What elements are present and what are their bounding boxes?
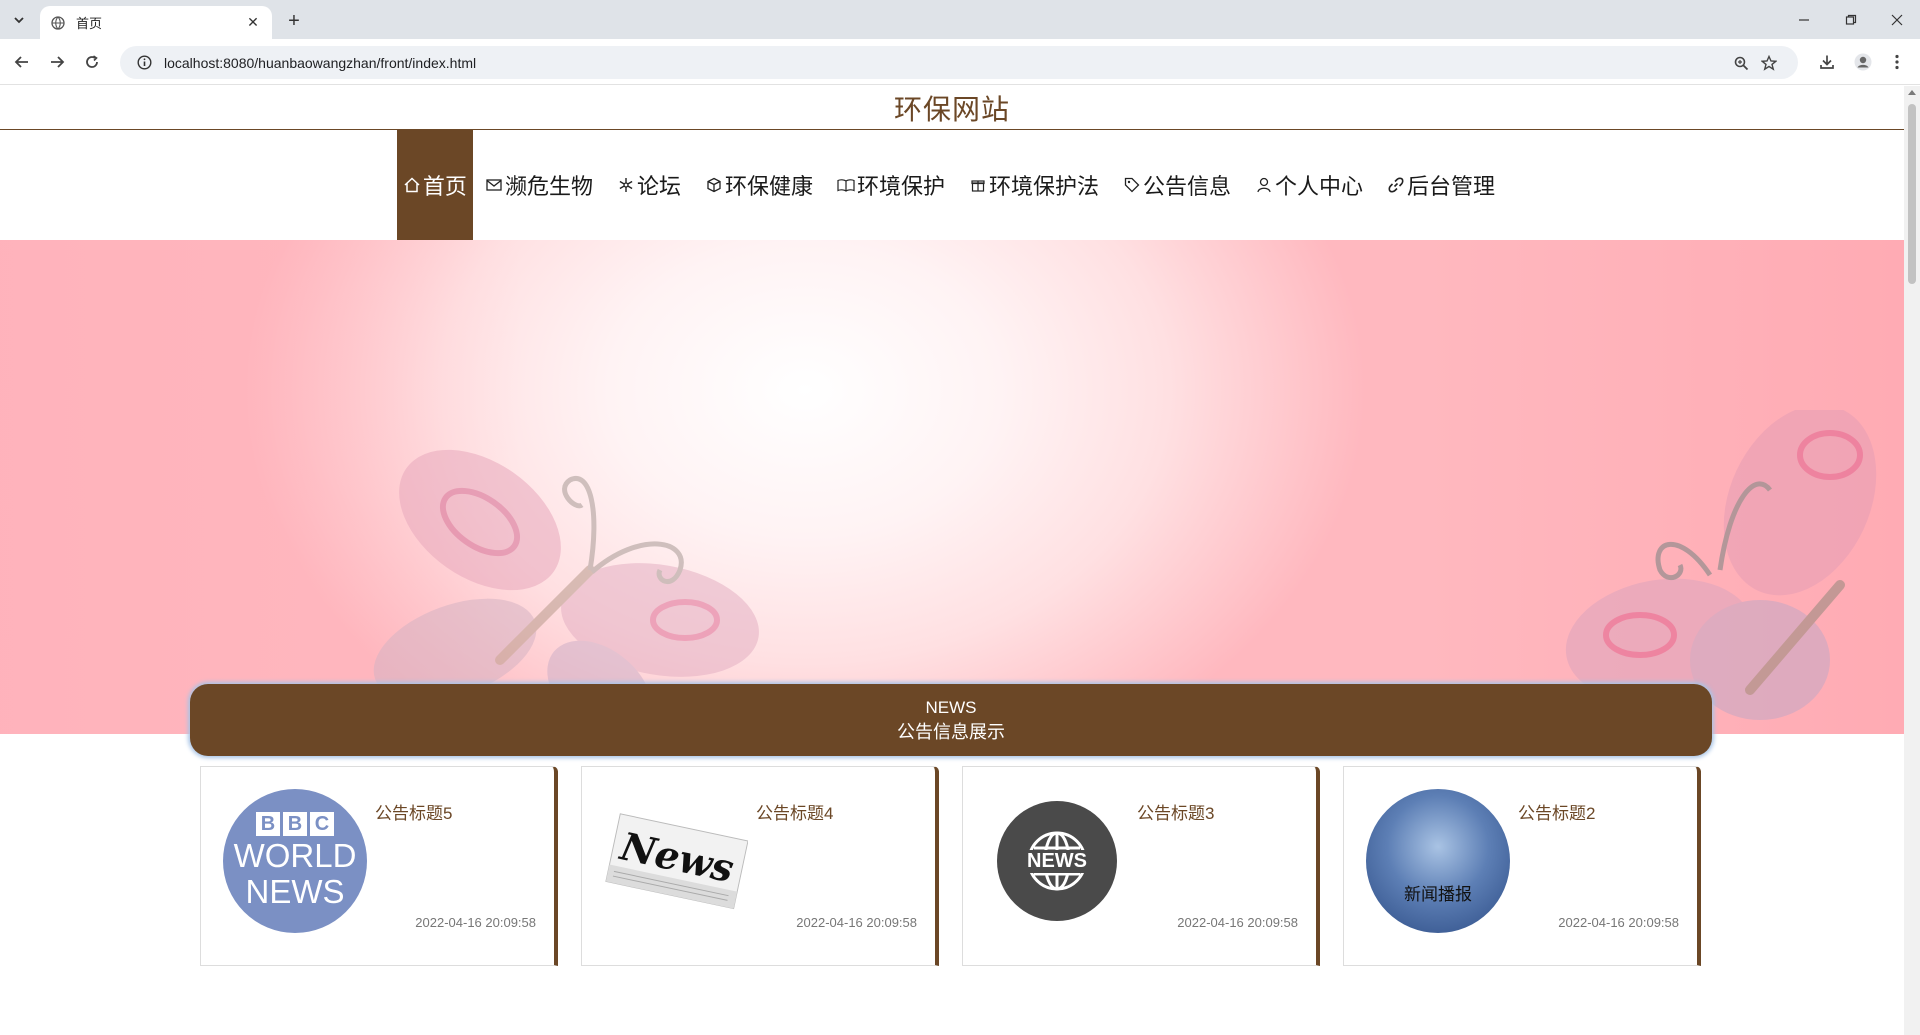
broadcast-thumbnail: 新闻播报 [1366,789,1510,933]
bbc-news-thumbnail: BBC WORLD NEWS [223,789,367,933]
browser-toolbar: localhost:8080/huanbaowangzhan/front/ind… [0,39,1920,85]
nav-item-label: 论坛 [636,174,681,199]
news-card[interactable]: 新闻播报 公告标题2 2022-04-16 20:09:58 [1343,766,1701,966]
url-text: localhost:8080/huanbaowangzhan/front/ind… [164,54,477,71]
news-card-date: 2022-04-16 20:09:58 [796,915,917,930]
news-card[interactable]: NEWS 公告标题3 2022-04-16 20:09:58 [962,766,1320,966]
book-icon [837,176,855,194]
site-title: 环保网站 [893,93,1010,125]
page-scrollbar[interactable] [1904,86,1920,1035]
news-card-list: BBC WORLD NEWS 公告标题5 2022-04-16 20:09:58… [200,766,1710,1035]
minimize-icon[interactable] [1790,8,1818,32]
nav-item-label: 濒危生物 [504,174,593,199]
nav-item-label: 环保健康 [724,174,813,199]
nav-item-law[interactable]: 环境保护法 [957,130,1111,240]
thumb-text: NEWS [1025,849,1089,873]
thumb-text: 新闻播报 [1404,885,1472,904]
tag-icon [1123,176,1141,194]
nav-item-admin[interactable]: 后台管理 [1375,130,1507,240]
arrow-left-icon [14,56,28,68]
chevron-down-icon [14,17,24,24]
cube-icon [705,176,723,194]
thumb-text: NEWS [245,873,345,910]
reload-icon [86,55,98,68]
news-section-header: NEWS 公告信息展示 [190,684,1712,756]
nav-item-label: 公告信息 [1143,174,1232,199]
mail-icon [485,176,503,194]
tab-title: 首页 [76,16,103,31]
link-icon [1387,176,1405,194]
news-card-title[interactable]: 公告标题5 [375,799,452,824]
forward-button[interactable] [45,50,69,74]
newspaper-thumbnail: News [604,789,748,933]
news-card-date: 2022-04-16 20:09:58 [1558,915,1679,930]
close-tab-icon[interactable]: ✕ [244,14,262,32]
tab-search-button[interactable] [6,8,32,32]
scroll-up-arrow-icon[interactable] [1908,90,1916,95]
download-icon [1820,55,1834,69]
nav-item-home[interactable]: 首页 [396,130,473,240]
globe-news-thumbnail: NEWS [997,801,1117,921]
nav-item-label: 环境保护法 [989,174,1100,199]
nav-item-endangered[interactable]: 濒危生物 [473,130,605,240]
browser-tab-strip: 首页 ✕ + [0,0,1920,39]
zoom-icon[interactable] [1730,52,1752,74]
back-button[interactable] [10,50,34,74]
nav-item-forum[interactable]: 论坛 [605,130,693,240]
nav-item-label: 环境保护 [856,174,945,199]
bbc-logo: BBC [256,812,334,836]
user-icon [1255,176,1273,194]
home-icon [403,176,421,194]
downloads-button[interactable] [1815,50,1839,74]
news-card[interactable]: News 公告标题4 2022-04-16 20:09:58 [581,766,939,966]
news-card-date: 2022-04-16 20:09:58 [415,915,536,930]
nav-item-notices[interactable]: 公告信息 [1111,130,1243,240]
browser-menu-button[interactable] [1885,50,1909,74]
restore-icon[interactable] [1837,8,1865,32]
nav-item-environment[interactable]: 环境保护 [825,130,957,240]
nav-item-profile[interactable]: 个人中心 [1243,130,1375,240]
news-heading-cn: 公告信息展示 [897,722,1005,742]
thumb-text: WORLD [233,837,357,874]
news-card-title[interactable]: 公告标题4 [756,799,833,824]
site-info-icon[interactable] [136,55,152,71]
arrow-right-icon [51,56,65,68]
close-window-icon[interactable] [1883,8,1911,32]
nav-item-label: 后台管理 [1407,174,1496,199]
main-nav: 首页 濒危生物 论坛 环保健康 环境保护 环境保护法 公告信息 个人中心 后台管… [0,130,1904,240]
avatar-icon [1854,53,1872,71]
news-heading-en: NEWS [925,698,977,717]
nav-item-label: 个人中心 [1275,174,1364,199]
scrollbar-thumb[interactable] [1908,104,1916,284]
gift-icon [969,176,987,194]
snowflake-icon [617,176,635,194]
nav-item-health[interactable]: 环保健康 [693,130,825,240]
hero-banner[interactable] [0,240,1904,734]
profile-button[interactable] [1851,50,1875,74]
bookmark-star-icon[interactable] [1758,52,1780,74]
news-card-title[interactable]: 公告标题2 [1518,799,1595,824]
kebab-menu-icon [1895,54,1899,70]
news-card[interactable]: BBC WORLD NEWS 公告标题5 2022-04-16 20:09:58 [200,766,558,966]
address-bar[interactable]: localhost:8080/huanbaowangzhan/front/ind… [120,46,1798,79]
globe-icon [50,15,66,31]
news-card-date: 2022-04-16 20:09:58 [1177,915,1298,930]
new-tab-button[interactable]: + [282,9,306,33]
news-card-title[interactable]: 公告标题3 [1137,799,1214,824]
site-header: 环保网站 [0,86,1904,130]
reload-button[interactable] [80,50,104,74]
browser-tab[interactable]: 首页 ✕ [40,6,272,39]
nav-item-label: 首页 [422,174,467,199]
